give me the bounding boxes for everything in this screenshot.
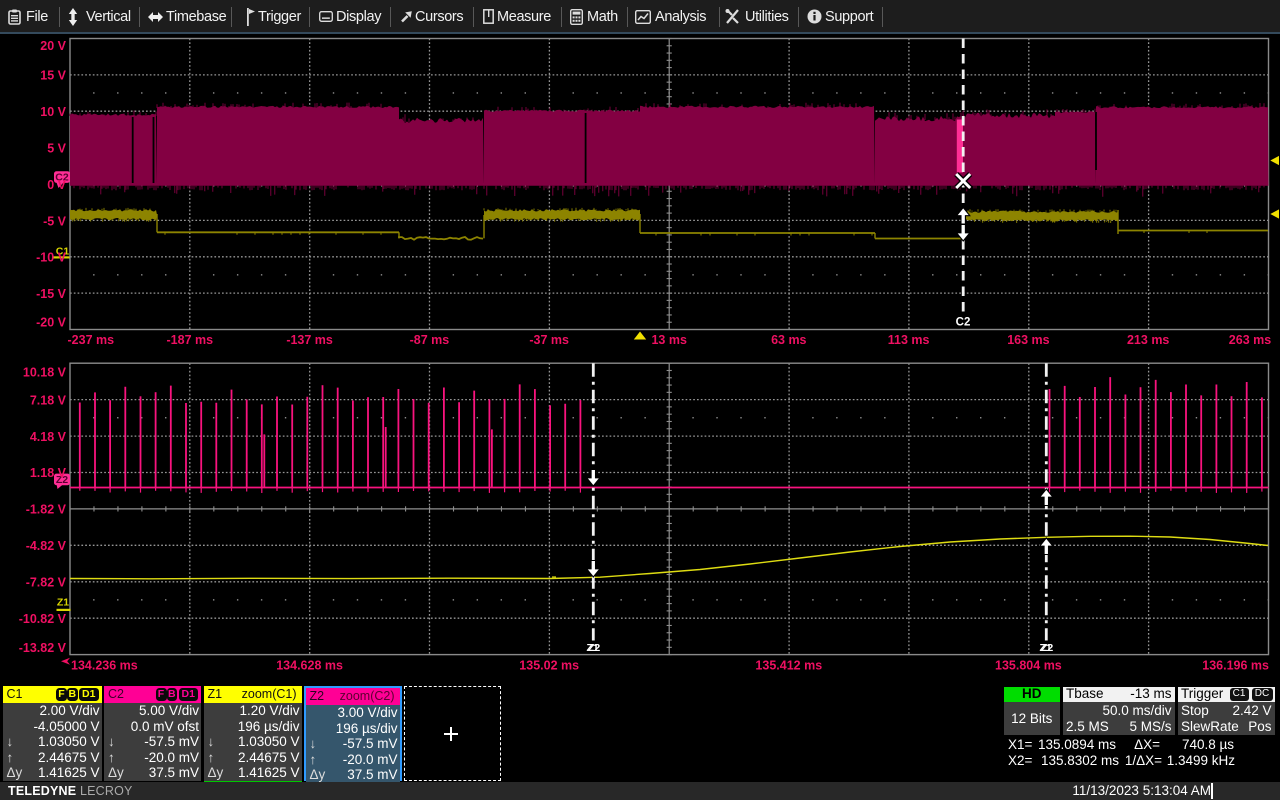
svg-text:-87 ms: -87 ms bbox=[410, 333, 450, 347]
svg-text:C2: C2 bbox=[956, 317, 971, 329]
svg-text:134.236 ms: 134.236 ms bbox=[71, 658, 138, 672]
svg-text:-37 ms: -37 ms bbox=[529, 333, 569, 347]
svg-text:0 V: 0 V bbox=[47, 178, 66, 192]
svg-text:135.804 ms: 135.804 ms bbox=[995, 658, 1062, 672]
svg-text:13 ms: 13 ms bbox=[651, 333, 686, 347]
svg-text:-137 ms: -137 ms bbox=[286, 333, 333, 347]
svg-text:-4.82 V: -4.82 V bbox=[26, 539, 67, 553]
svg-text:-7.82 V: -7.82 V bbox=[26, 575, 67, 589]
svg-text:-13.82 V: -13.82 V bbox=[19, 641, 67, 655]
svg-text:15 V: 15 V bbox=[40, 69, 66, 83]
svg-text:113 ms: 113 ms bbox=[888, 333, 930, 347]
svg-text:-1.82 V: -1.82 V bbox=[26, 502, 67, 516]
svg-text:213 ms: 213 ms bbox=[1127, 333, 1169, 347]
svg-text:1.18 V: 1.18 V bbox=[30, 466, 67, 480]
svg-text:5 V: 5 V bbox=[47, 142, 66, 156]
svg-text:63 ms: 63 ms bbox=[771, 333, 806, 347]
svg-text:-20 V: -20 V bbox=[36, 316, 67, 330]
svg-text:263 ms: 263 ms bbox=[1229, 333, 1271, 347]
svg-text:Z2: Z2 bbox=[1041, 642, 1053, 654]
svg-text:4.18 V: 4.18 V bbox=[30, 430, 67, 444]
svg-text:Z1: Z1 bbox=[57, 597, 69, 609]
svg-text:135.02 ms: 135.02 ms bbox=[519, 658, 579, 672]
svg-text:7.18 V: 7.18 V bbox=[30, 394, 67, 408]
svg-text:-5 V: -5 V bbox=[43, 214, 67, 228]
svg-text:10.18 V: 10.18 V bbox=[23, 365, 67, 379]
svg-text:-10 V: -10 V bbox=[36, 251, 67, 265]
svg-text:Z2: Z2 bbox=[588, 642, 600, 654]
svg-text:20 V: 20 V bbox=[40, 39, 66, 53]
svg-text:-237 ms: -237 ms bbox=[68, 333, 115, 347]
svg-text:-10.82 V: -10.82 V bbox=[19, 612, 67, 626]
svg-text:135.412 ms: 135.412 ms bbox=[755, 658, 822, 672]
svg-text:10 V: 10 V bbox=[40, 105, 66, 119]
svg-text:134.628 ms: 134.628 ms bbox=[276, 658, 343, 672]
svg-text:-187 ms: -187 ms bbox=[167, 333, 214, 347]
svg-text:-15 V: -15 V bbox=[36, 287, 67, 301]
svg-text:163 ms: 163 ms bbox=[1007, 333, 1049, 347]
svg-text:136.196 ms: 136.196 ms bbox=[1202, 658, 1269, 672]
